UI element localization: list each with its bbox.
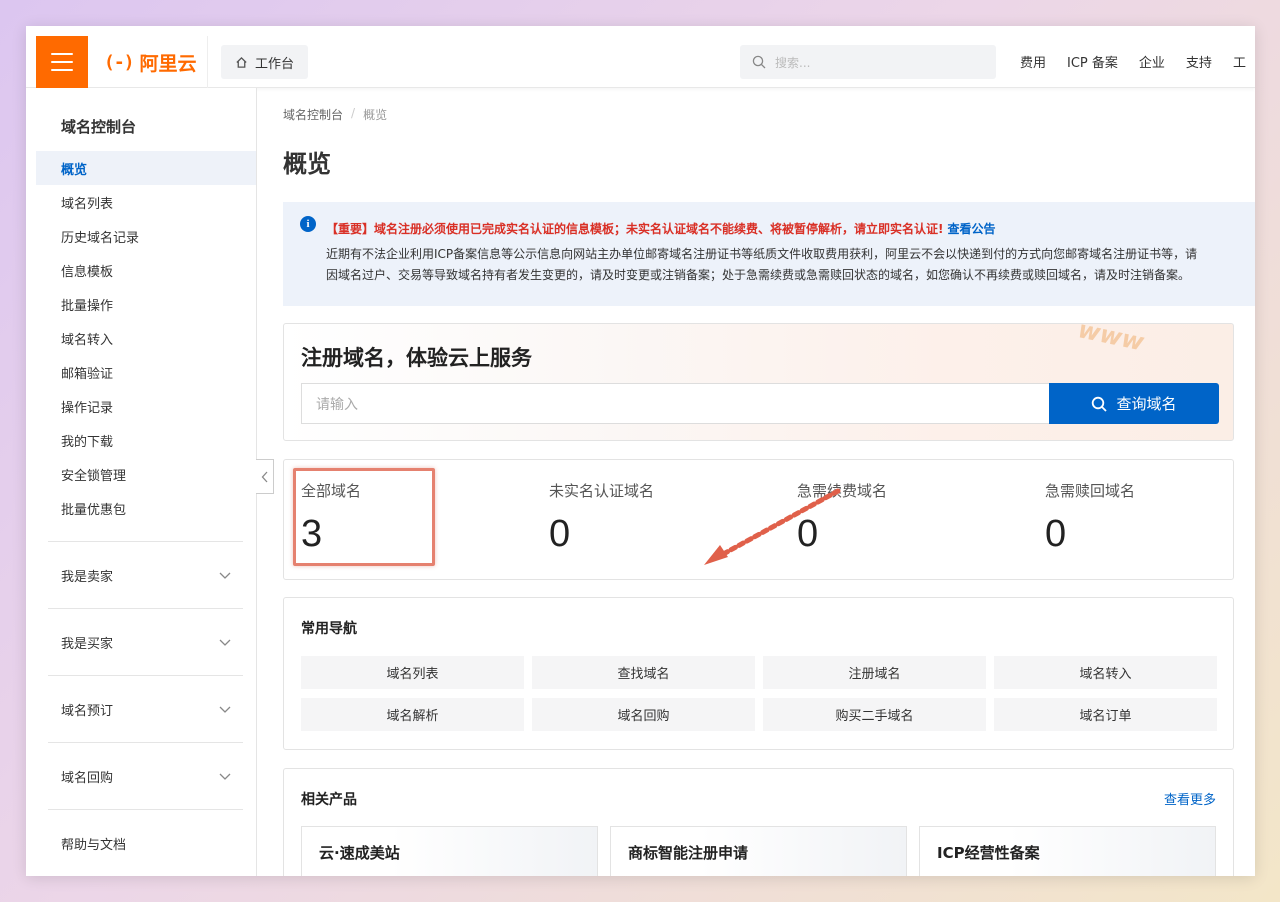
related-products-card: 相关产品 查看更多 云·速成美站 商标智能注册申请 ICP经营性备案 [283,768,1234,876]
sidebar-item-transfer-in[interactable]: 域名转入 [36,321,256,355]
common-nav-title: 常用导航 [301,621,357,637]
chevron-down-icon [219,572,231,579]
notice-body: 近期有不法企业利用ICP备案信息等公示信息向网站主办单位邮寄域名注册证书等纸质文… [326,244,1197,286]
search-icon [752,55,766,69]
product-icp-license[interactable]: ICP经营性备案 [919,826,1216,876]
sidebar-divider [48,675,243,676]
group-label: 域名预订 [61,704,114,719]
nav-register-domain-button[interactable]: 注册域名 [763,656,986,689]
product-site-builder[interactable]: 云·速成美站 [301,826,598,876]
sidebar-item-overview[interactable]: 概览 [36,151,256,185]
stat-value: 0 [549,513,571,555]
nav-secondhand-button[interactable]: 购买二手域名 [763,698,986,731]
main-content: 域名控制台 / 概览 概览 i 【重要】域名注册必须使用已完成实名认证的信息模板… [258,88,1255,876]
stat-unverified-domains[interactable]: 未实名认证域名 0 [549,480,654,556]
group-label: 我是卖家 [61,570,114,585]
chevron-down-icon [219,773,231,780]
notice-headline-text: 【重要】域名注册必须使用已完成实名认证的信息模板；未实名认证域名不能续费、将被暂… [326,222,944,236]
topnav-enterprise[interactable]: 企业 [1139,52,1165,71]
sidebar-divider [48,608,243,609]
divider [207,36,208,88]
sidebar: 域名控制台 概览 域名列表 历史域名记录 信息模板 批量操作 域名转入 邮箱验证… [26,88,257,876]
nav-find-domain-button[interactable]: 查找域名 [532,656,755,689]
sidebar-item-op-log[interactable]: 操作记录 [36,389,256,423]
register-title: 注册域名，体验云上服务 [301,346,532,370]
notice-line: 近期有不法企业利用ICP备案信息等公示信息向网站主办单位邮寄域名注册证书等纸质文… [326,247,1198,261]
workbench-button[interactable]: 工作台 [221,45,309,79]
stat-label: 未实名认证域名 [549,482,655,500]
notice-headline: 【重要】域名注册必须使用已完成实名认证的信息模板；未实名认证域名不能续费、将被暂… [326,220,996,237]
aliyun-logo[interactable]: (-) 阿里云 [104,48,197,76]
breadcrumb: 域名控制台 / 概览 [283,106,387,123]
nav-orders-button[interactable]: 域名订单 [994,698,1217,731]
view-more-link[interactable]: 查看更多 [1164,789,1216,808]
nav-domain-list-button[interactable]: 域名列表 [301,656,524,689]
sidebar-group-seller[interactable]: 我是卖家 [61,566,231,585]
page-title: 概览 [283,150,331,178]
sidebar-item-batch[interactable]: 批量操作 [36,287,256,321]
stat-value: 3 [301,513,323,555]
topnav-icp[interactable]: ICP 备案 [1067,52,1118,71]
notice-line: 因域名过户、交易等导致域名持有者发生变更的，请及时变更或注销备案；处于急需续费或… [326,268,1191,282]
top-bar: (-) 阿里云 工作台 搜索... 费用 ICP 备案 企业 支持 工 [26,26,1255,88]
stat-label: 急需赎回域名 [1045,482,1136,500]
common-nav-card: 常用导航 域名列表 查找域名 注册域名 域名转入 域名解析 域名回购 购买二手域… [283,597,1234,750]
search-input[interactable]: 搜索... [740,45,996,79]
sidebar-title: 域名控制台 [61,118,137,136]
workbench-label: 工作台 [255,56,295,72]
topnav-support[interactable]: 支持 [1186,52,1212,71]
query-domain-label: 查询域名 [1116,395,1177,413]
sidebar-help-docs[interactable]: 帮助与文档 [61,834,231,853]
sidebar-item-downloads[interactable]: 我的下载 [36,423,256,457]
notice-banner: i 【重要】域名注册必须使用已完成实名认证的信息模板；未实名认证域名不能续费、将… [283,202,1255,306]
aliyun-logo-icon: (-) [104,51,134,73]
sidebar-item-email-verify[interactable]: 邮箱验证 [36,355,256,389]
search-placeholder: 搜索... [775,55,811,70]
domain-search-placeholder: 请输入 [316,396,358,413]
sidebar-item-domain-list[interactable]: 域名列表 [36,185,256,219]
nav-transfer-in-button[interactable]: 域名转入 [994,656,1217,689]
hamburger-menu-button[interactable] [36,36,88,88]
help-label: 帮助与文档 [61,838,127,853]
dotted-arrow-annotation [704,488,841,565]
search-icon [1092,396,1108,412]
breadcrumb-console[interactable]: 域名控制台 [283,106,343,123]
group-label: 域名回购 [61,771,114,786]
nav-dns-button[interactable]: 域名解析 [301,698,524,731]
hamburger-icon [51,53,73,55]
stat-all-domains[interactable]: 全部域名 3 [301,480,361,556]
sidebar-divider [48,541,243,542]
home-icon [236,56,247,68]
nav-buyback-button[interactable]: 域名回购 [532,698,755,731]
stat-redeem-needed[interactable]: 急需赎回域名 0 [1045,480,1135,556]
sidebar-item-history[interactable]: 历史域名记录 [36,219,256,253]
browser-window: (-) 阿里云 工作台 搜索... 费用 ICP 备案 企业 支持 工 域名控制… [26,26,1255,876]
sidebar-group-reserve[interactable]: 域名预订 [61,700,231,719]
domain-search-input[interactable]: 请输入 [301,383,1049,424]
chevron-down-icon [219,639,231,646]
sidebar-item-security-lock[interactable]: 安全锁管理 [36,457,256,491]
stat-value: 0 [1045,513,1067,555]
product-trademark[interactable]: 商标智能注册申请 [610,826,907,876]
sidebar-divider [48,809,243,810]
topnav-fees[interactable]: 费用 [1020,52,1046,71]
register-domain-card: www 注册域名，体验云上服务 请输入 查询域名 [283,323,1234,441]
info-icon: i [300,216,316,232]
view-announcement-link[interactable]: 查看公告 [947,222,995,236]
breadcrumb-separator: / [351,106,356,120]
sidebar-group-buyback[interactable]: 域名回购 [61,767,231,786]
breadcrumb-current: 概览 [363,108,388,122]
group-label: 我是买家 [61,637,114,652]
logo-text: 阿里云 [139,52,197,75]
sidebar-item-templates[interactable]: 信息模板 [36,253,256,287]
stat-label: 全部域名 [301,482,362,500]
sidebar-item-discount-pack[interactable]: 批量优惠包 [36,491,256,525]
related-products-title: 相关产品 [301,792,357,808]
sidebar-divider [48,742,243,743]
top-nav: 费用 ICP 备案 企业 支持 工 [1020,52,1246,71]
topnav-tools[interactable]: 工 [1233,52,1246,71]
query-domain-button[interactable]: 查询域名 [1049,383,1219,424]
sidebar-group-buyer[interactable]: 我是买家 [61,633,231,652]
chevron-down-icon [219,706,231,713]
